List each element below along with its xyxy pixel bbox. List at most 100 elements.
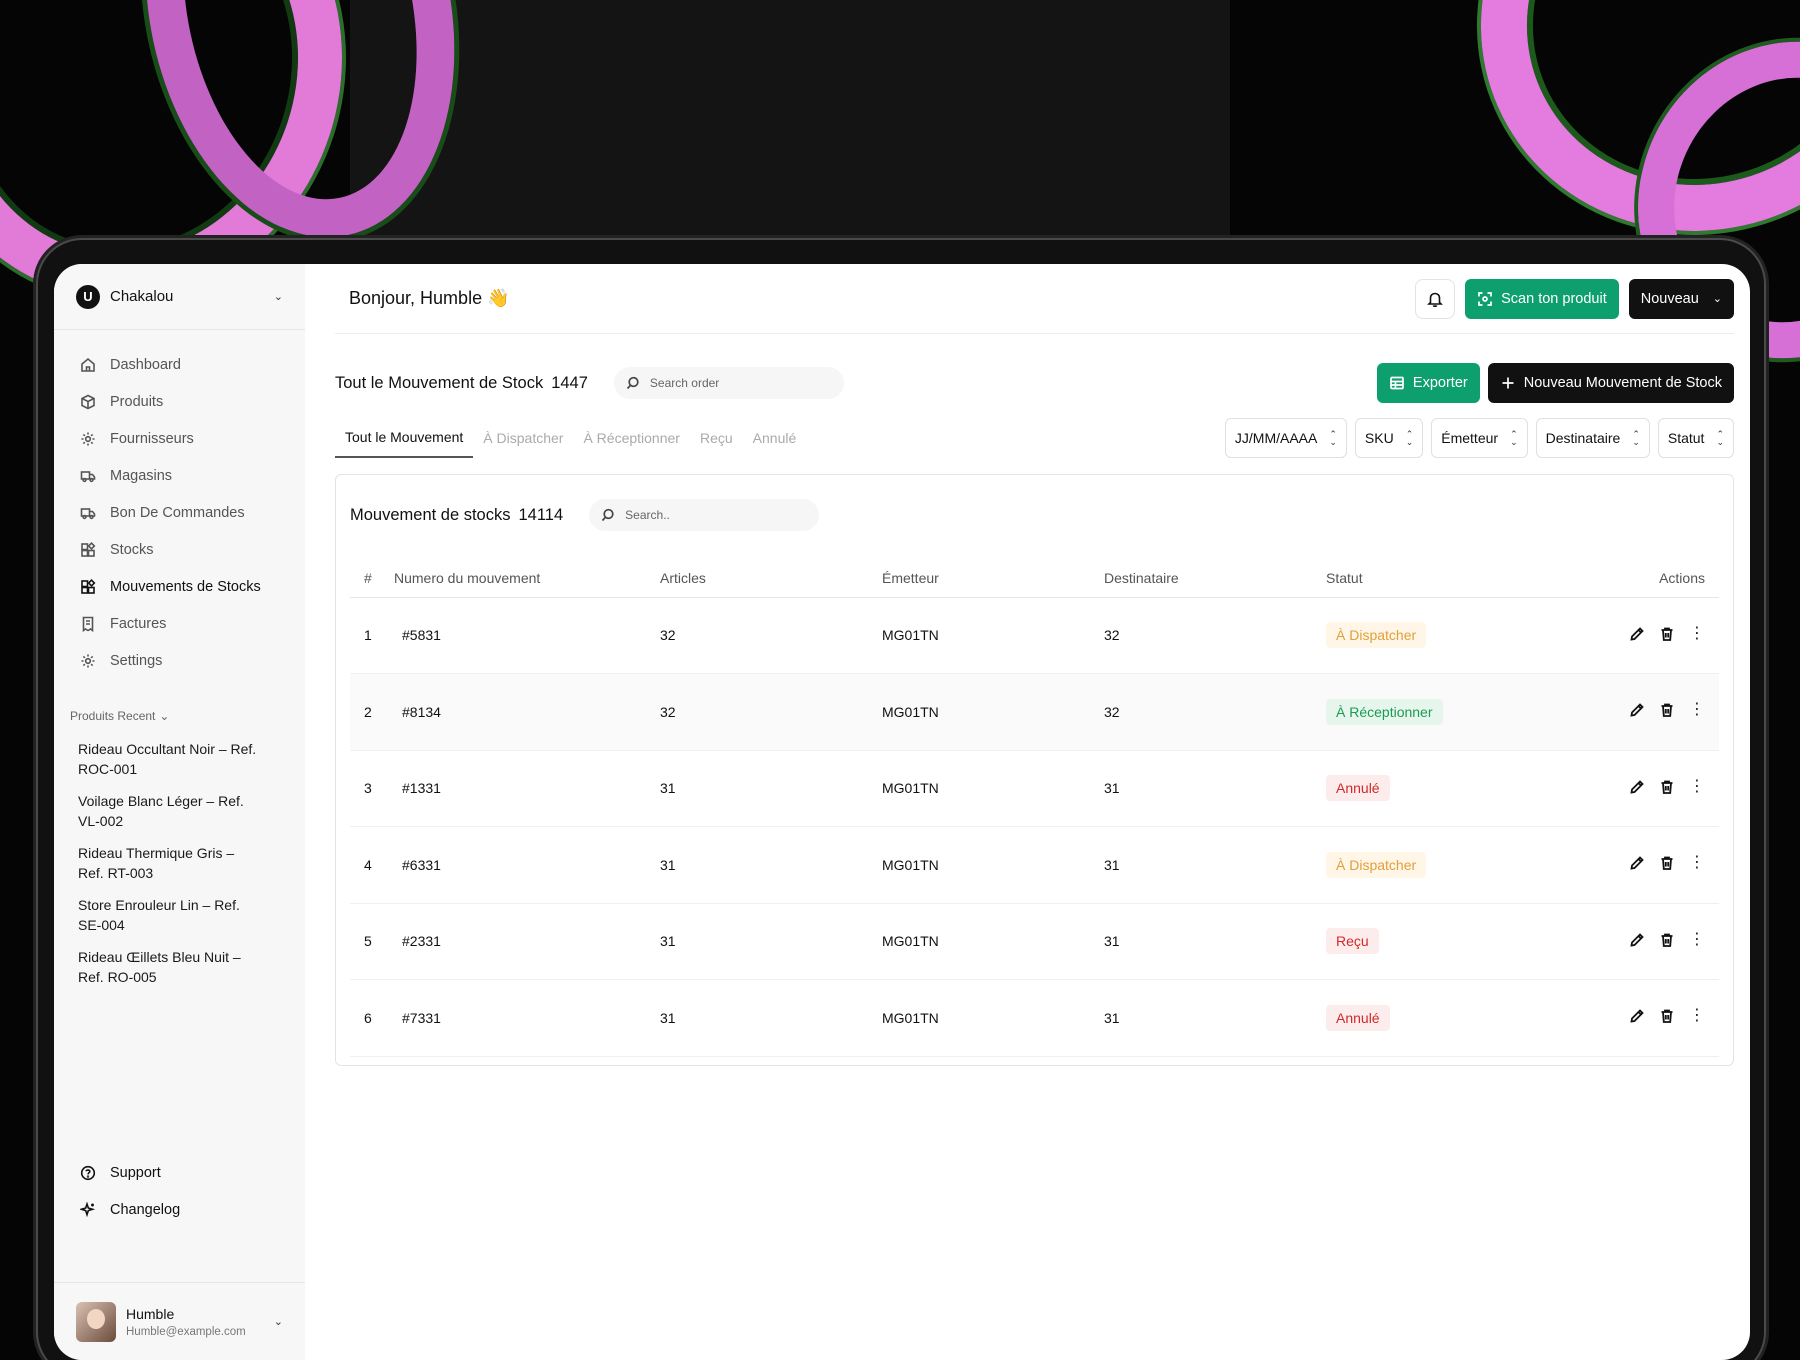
actions-cell: ⋮	[1506, 673, 1719, 751]
chevron-down-icon: ⌄	[273, 1316, 283, 1328]
user-profile-menu[interactable]: Humble Humble@example.com ⌄	[54, 1282, 305, 1360]
sidebar-item-label: Bon De Commandes	[110, 504, 245, 521]
sidebar-item-label: Changelog	[110, 1201, 181, 1218]
sidebar-item-label: Mouvements de Stocks	[110, 578, 261, 595]
trash-icon[interactable]	[1659, 932, 1675, 948]
more-options-icon[interactable]: ⋮	[1689, 931, 1705, 947]
status-cell: À Réceptionner	[1326, 673, 1506, 751]
search-order-input[interactable]	[649, 376, 820, 390]
edit-icon[interactable]	[1629, 1008, 1645, 1024]
edit-icon[interactable]	[1629, 855, 1645, 871]
edit-icon[interactable]	[1629, 626, 1645, 642]
tab-recu[interactable]: Reçu	[690, 418, 743, 458]
status-cell: À Dispatcher	[1326, 597, 1506, 674]
movement-number: #8134	[394, 673, 660, 751]
sidebar-item-magasins[interactable]: Magasins	[54, 457, 305, 494]
tab-tout-le-mouvement[interactable]: Tout le Mouvement	[335, 418, 474, 458]
column-header: Émetteur	[882, 559, 1104, 598]
destinataire: 32	[1104, 597, 1326, 674]
sidebar-item-label: Dashboard	[110, 356, 181, 373]
tab-annule[interactable]: Annulé	[743, 418, 807, 458]
filter-date[interactable]: JJ/MM/AAAA ⌃ ⌄	[1224, 418, 1347, 458]
search-icon	[602, 508, 614, 522]
recent-products-toggle[interactable]: Produits Recent ⌄	[54, 709, 305, 723]
edit-icon[interactable]	[1629, 932, 1645, 948]
table-row[interactable]: 6 #7331 31 MG01TN 31 Annulé ⋮	[350, 979, 1719, 1057]
notifications-button[interactable]	[1415, 278, 1456, 319]
sidebar-item-label: Magasins	[110, 467, 173, 484]
trash-icon[interactable]	[1659, 626, 1675, 642]
actions-cell: ⋮	[1506, 903, 1719, 980]
sidebar-item-mouvements-de-stocks[interactable]: Mouvements de Stocks	[54, 568, 305, 605]
table-row[interactable]: 4 #6331 31 MG01TN 31 À Dispatcher ⋮	[350, 826, 1719, 904]
recent-product-item[interactable]: Rideau Occultant Noir – Ref. ROC-001	[54, 733, 284, 785]
edit-icon[interactable]	[1629, 702, 1645, 718]
sidebar-item-produits[interactable]: Produits	[54, 383, 305, 420]
card-header: Mouvement de stocks 14114	[350, 495, 1719, 535]
scan-product-button[interactable]: Scan ton produit	[1465, 278, 1619, 319]
filter-label: Statut	[1667, 430, 1705, 446]
filter-label: JJ/MM/AAAA	[1234, 430, 1318, 446]
column-header: #	[350, 559, 394, 598]
trash-icon[interactable]	[1659, 1008, 1675, 1024]
filter-sku[interactable]: SKU ⌃ ⌄	[1354, 418, 1424, 458]
sidebar-item-stocks[interactable]: Stocks	[54, 531, 305, 568]
tab-a-receptionner[interactable]: À Réceptionner	[573, 418, 690, 458]
row-index: 3	[350, 750, 394, 827]
sidebar-item-fournisseurs[interactable]: Fournisseurs	[54, 420, 305, 457]
workspace-switcher[interactable]: U Chakalou ⌄	[54, 264, 305, 330]
filter-label: Destinataire	[1545, 430, 1621, 446]
more-options-icon[interactable]: ⋮	[1689, 778, 1705, 794]
recent-product-item[interactable]: Store Enrouleur Lin – Ref. SE-004	[54, 889, 284, 941]
recent-product-item[interactable]: Rideau Œillets Bleu Nuit – Ref. RO-005	[54, 941, 284, 993]
more-options-icon[interactable]: ⋮	[1689, 625, 1705, 641]
tab-a-dispatcher[interactable]: À Dispatcher	[473, 418, 573, 458]
filter-destinataire[interactable]: Destinataire ⌃ ⌄	[1535, 418, 1650, 458]
sort-icon: ⌃ ⌄	[1405, 429, 1414, 447]
edit-icon[interactable]	[1629, 779, 1645, 795]
export-button[interactable]: Exporter	[1376, 363, 1480, 403]
status-badge: À Dispatcher	[1326, 622, 1427, 649]
table-row[interactable]: 2 #8134 32 MG01TN 32 À Réceptionner ⋮	[350, 673, 1719, 751]
filter-label: Émetteur	[1441, 430, 1499, 446]
sidebar-item-dashboard[interactable]: Dashboard	[54, 346, 305, 383]
new-stock-movement-button[interactable]: Nouveau Mouvement de Stock	[1487, 363, 1734, 403]
trash-icon[interactable]	[1659, 702, 1675, 718]
search-icon	[626, 376, 639, 390]
emetteur: MG01TN	[882, 750, 1104, 827]
home-icon	[80, 357, 96, 373]
greeting-text: Bonjour, Humble	[349, 288, 483, 308]
movement-number: #5831	[394, 597, 660, 674]
new-stock-movement-label: Nouveau Mouvement de Stock	[1523, 375, 1722, 391]
sidebar-item-changelog[interactable]: Changelog	[54, 1191, 305, 1228]
trash-icon[interactable]	[1659, 855, 1675, 871]
nouveau-dropdown-button[interactable]: Nouveau ⌄	[1628, 278, 1734, 319]
articles-count: 31	[660, 750, 882, 827]
status-cell: À Dispatcher	[1326, 826, 1506, 904]
sidebar-item-bon-de-commandes[interactable]: Bon De Commandes	[54, 494, 305, 531]
recent-product-item[interactable]: Rideau Thermique Gris – Ref. RT-003	[54, 837, 284, 889]
recent-product-item[interactable]: Voilage Blanc Léger – Ref. VL-002	[54, 785, 284, 837]
filter-emetteur[interactable]: Émetteur ⌃ ⌄	[1431, 418, 1528, 458]
movement-number: #7331	[394, 979, 660, 1057]
export-label: Exporter	[1412, 375, 1468, 391]
trash-icon[interactable]	[1659, 779, 1675, 795]
sidebar-item-support[interactable]: Support	[54, 1154, 305, 1191]
chevron-down-icon: ⌄	[273, 291, 283, 303]
more-options-icon[interactable]: ⋮	[1689, 702, 1705, 718]
sidebar-item-label: Settings	[110, 652, 163, 669]
table-row[interactable]: 5 #2331 31 MG01TN 31 Reçu ⋮	[350, 903, 1719, 980]
table-row[interactable]: 1 #5831 32 MG01TN 32 À Dispatcher ⋮	[350, 597, 1719, 674]
filter-statut[interactable]: Statut ⌃ ⌄	[1657, 418, 1734, 458]
app-screen: U Chakalou ⌄ Dashboard Produits Fourniss…	[54, 264, 1750, 1360]
sidebar-item-settings[interactable]: Settings	[54, 642, 305, 679]
table-row[interactable]: 3 #1331 31 MG01TN 31 Annulé ⋮	[350, 750, 1719, 827]
section-header: Tout le Mouvement de Stock 1447 Exporter…	[335, 363, 1734, 403]
card-search-input[interactable]	[625, 508, 796, 522]
more-options-icon[interactable]: ⋮	[1689, 1008, 1705, 1024]
grid-icon	[80, 541, 96, 558]
more-options-icon[interactable]: ⋮	[1689, 855, 1705, 871]
sidebar-item-factures[interactable]: Factures	[54, 605, 305, 642]
chevron-down-icon: ⌄	[1712, 293, 1722, 305]
plus-icon	[1502, 377, 1514, 389]
